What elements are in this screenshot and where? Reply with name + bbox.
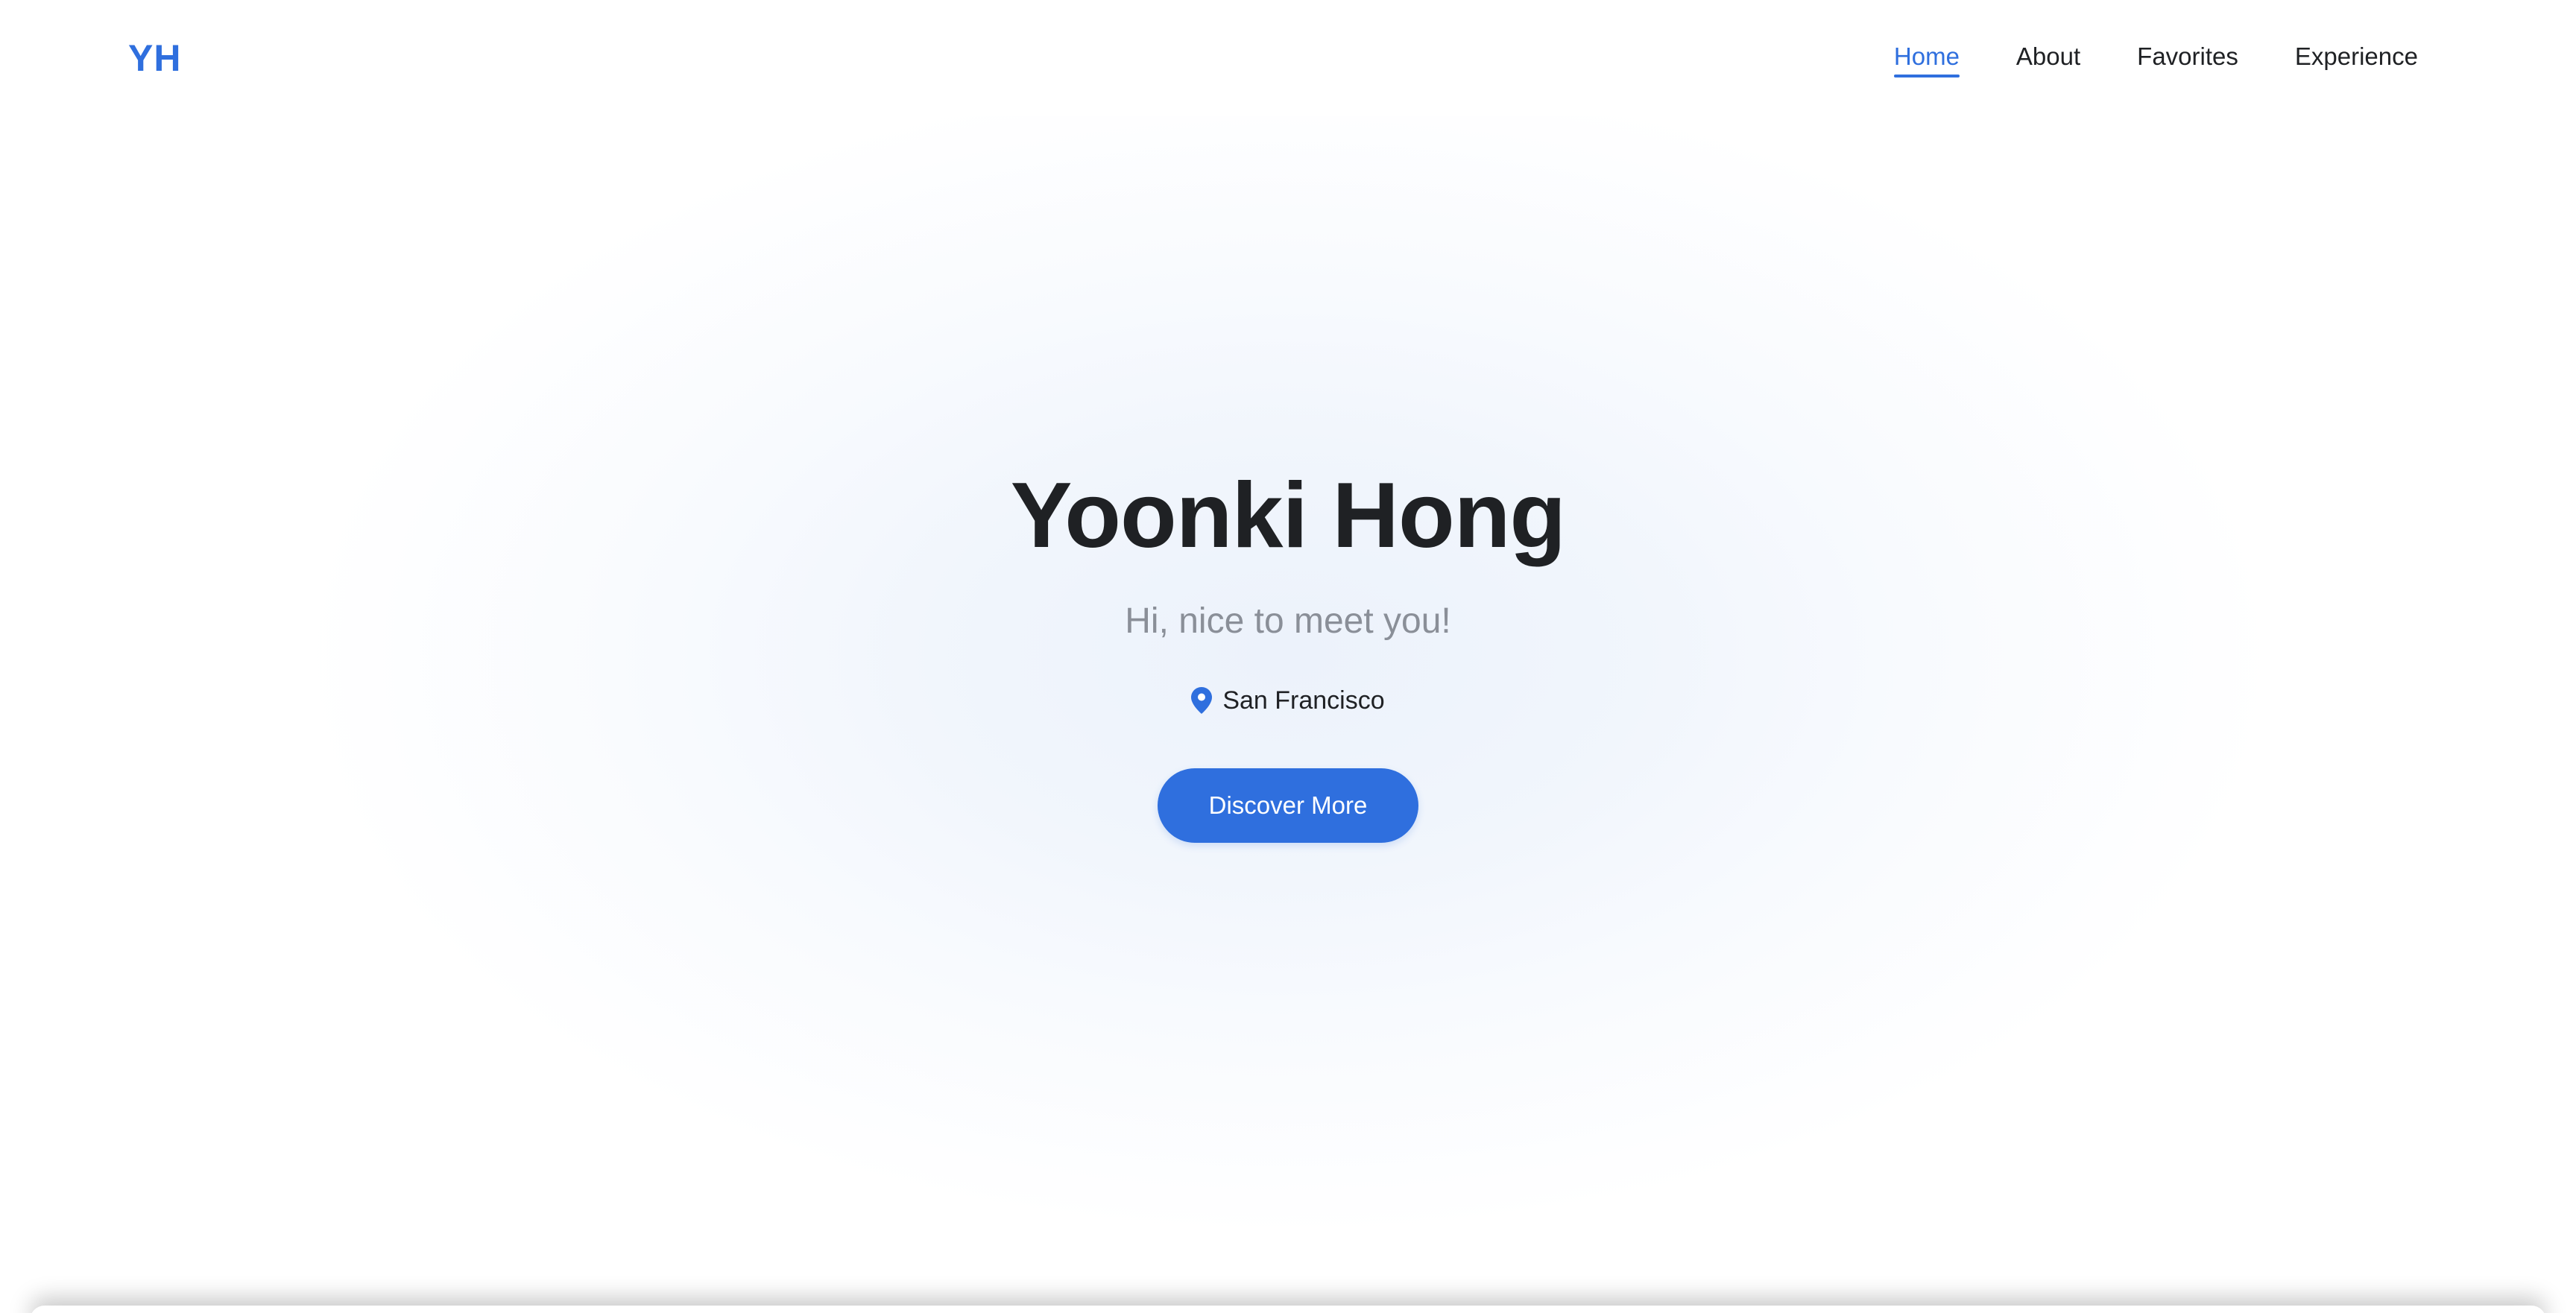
page: YH Home About Favorites Experience Yoonk… xyxy=(0,0,2576,1313)
location: San Francisco xyxy=(0,684,2576,717)
hero-title: Yoonki Hong xyxy=(1010,464,1566,567)
site-header: YH Home About Favorites Experience xyxy=(0,0,2576,116)
site-logo[interactable]: YH xyxy=(128,36,181,80)
location-text: San Francisco xyxy=(1222,686,1385,715)
discover-more-button[interactable]: Discover More xyxy=(1158,768,1418,843)
nav-link-favorites[interactable]: Favorites xyxy=(2137,40,2238,73)
hero-subtitle: Hi, nice to meet you! xyxy=(1125,601,1451,641)
nav-link-home[interactable]: Home xyxy=(1893,40,1960,77)
nav-link-about[interactable]: About xyxy=(2016,40,2080,73)
main-nav: Home About Favorites Experience xyxy=(1893,40,2418,77)
next-section-edge xyxy=(30,1306,2546,1313)
hero-section: Yoonki Hong Hi, nice to meet you! San Fr… xyxy=(0,116,2576,1313)
map-pin-icon xyxy=(1191,687,1213,714)
nav-link-experience[interactable]: Experience xyxy=(2295,40,2418,73)
